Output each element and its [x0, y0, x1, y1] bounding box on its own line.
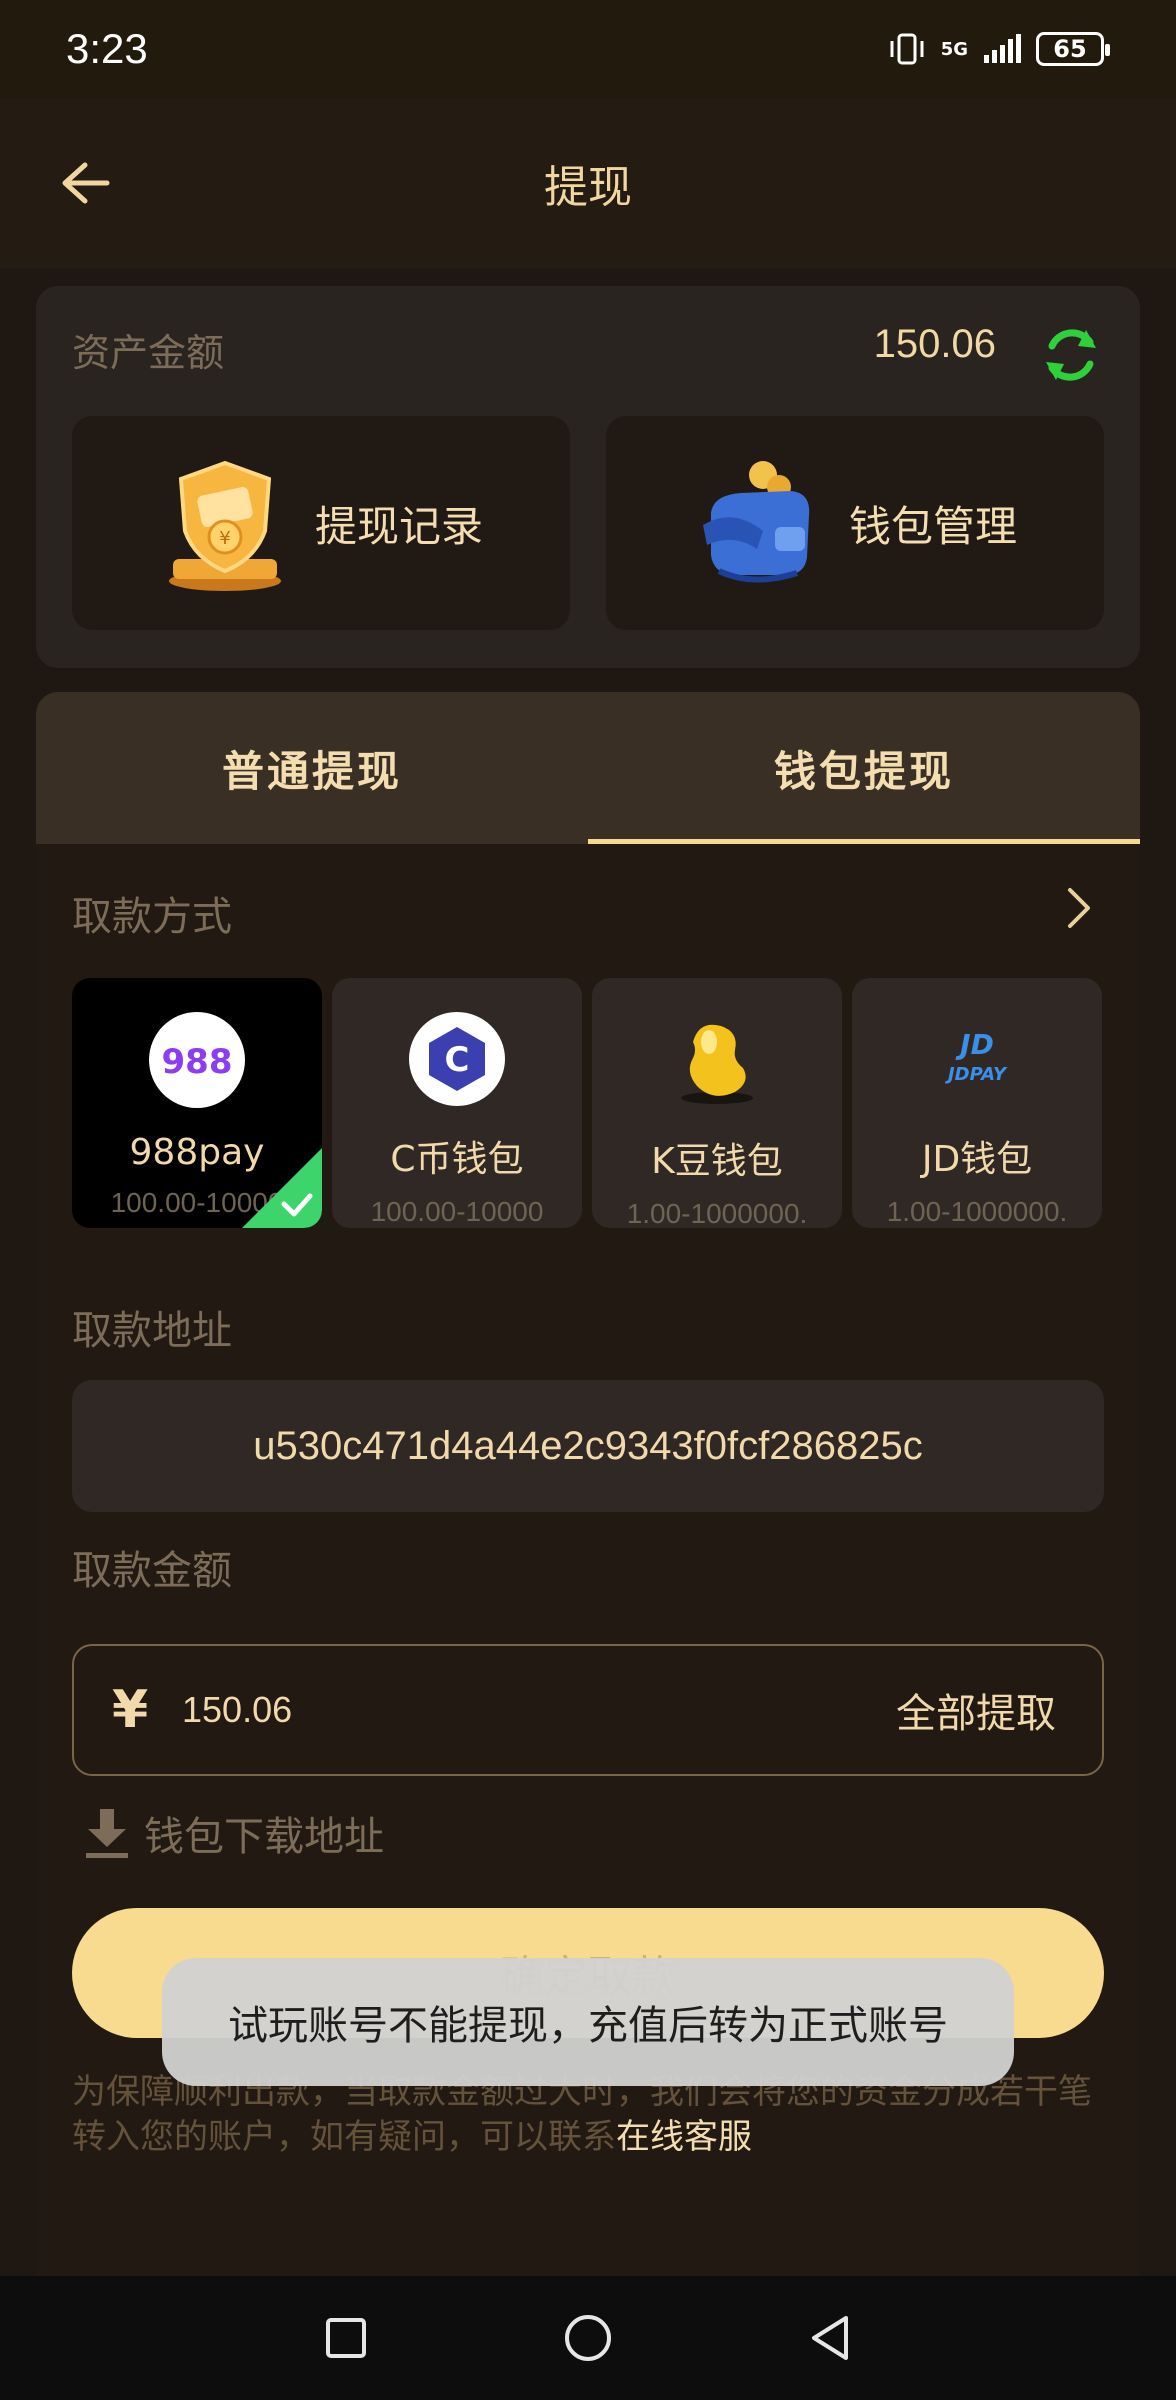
- battery-icon: 65: [1036, 32, 1110, 66]
- battery-level: 65: [1053, 35, 1087, 63]
- chevron-right-icon[interactable]: [1052, 882, 1104, 934]
- wallet-management-button[interactable]: 钱包管理: [606, 416, 1104, 630]
- wallet-management-label: 钱包管理: [848, 501, 1017, 551]
- square-icon: [326, 2318, 366, 2358]
- page-title: 提现: [544, 162, 632, 213]
- asset-card: 资产金额 150.06 ¥ 提现记录 钱包管理: [36, 286, 1140, 668]
- method-jd-wallet[interactable]: JD JDPAY JD钱包 1.00-1000000.: [852, 978, 1102, 1228]
- method-988pay[interactable]: 988 988pay 100.00-10000: [72, 978, 322, 1228]
- payment-method-label: 取款方式: [72, 894, 232, 940]
- header: 提现: [0, 98, 1176, 268]
- selected-check-icon: [242, 1148, 322, 1228]
- jdpay-logo-icon: JD JDPAY: [929, 1012, 1025, 1106]
- back-nav-button[interactable]: [804, 2312, 856, 2364]
- tab-wallet-withdraw[interactable]: 钱包提现: [588, 692, 1140, 844]
- wallet-download-link[interactable]: 钱包下载地址: [84, 1804, 384, 1862]
- method-k-bean-wallet[interactable]: K豆钱包 1.00-1000000.: [592, 978, 842, 1228]
- c-coin-logo-icon: C: [409, 1012, 505, 1106]
- amount-input[interactable]: 150.06: [182, 1689, 896, 1731]
- vibrate-icon: [890, 33, 924, 65]
- jdpay-logo-text: JDPAY: [945, 1064, 1008, 1085]
- withdraw-records-button[interactable]: ¥ 提现记录: [72, 416, 570, 630]
- online-support-link[interactable]: 在线客服: [616, 2117, 752, 2157]
- withdraw-all-button[interactable]: 全部提取: [896, 1681, 1056, 1739]
- status-bar: 3:23 5G 65: [0, 0, 1176, 98]
- arrow-left-icon: [62, 162, 110, 204]
- back-button[interactable]: [52, 151, 116, 215]
- withdraw-records-label: 提现记录: [314, 501, 483, 551]
- asset-amount: 150.06: [873, 322, 996, 366]
- tab-normal-withdraw[interactable]: 普通提现: [36, 692, 588, 844]
- method-name: C币钱包: [390, 1139, 524, 1180]
- signal-icon: [984, 34, 1021, 63]
- amount-label: 取款金额: [72, 1548, 232, 1594]
- status-icons: 5G 65: [887, 31, 1110, 67]
- withdraw-address-value: u530c471d4a44e2c9343f0fcf286825c: [253, 1423, 923, 1468]
- status-time: 3:23: [66, 25, 148, 72]
- method-range: 1.00-1000000.: [886, 1196, 1068, 1227]
- network-label: 5G: [940, 38, 968, 60]
- withdraw-address-field[interactable]: u530c471d4a44e2c9343f0fcf286825c: [72, 1380, 1104, 1512]
- svg-text:¥: ¥: [219, 528, 230, 549]
- method-range: 1.00-1000000.: [626, 1198, 808, 1228]
- method-c-coin-wallet[interactable]: C C币钱包 100.00-10000: [332, 978, 582, 1228]
- toast-message: 试玩账号不能提现，充值后转为正式账号: [162, 1958, 1014, 2086]
- shield-coin-icon: ¥: [168, 460, 281, 591]
- 988pay-logo-text: 988: [162, 1042, 233, 1082]
- withdraw-amount-field[interactable]: ¥ 150.06 全部提取: [72, 1644, 1104, 1776]
- wallet-icon: [702, 461, 810, 583]
- recent-apps-button[interactable]: [320, 2312, 372, 2364]
- c-coin-logo-text: C: [445, 1040, 470, 1080]
- address-label: 取款地址: [72, 1308, 232, 1354]
- wallet-download-label: 钱包下载地址: [144, 1814, 384, 1860]
- download-icon: [86, 1809, 128, 1858]
- method-range: 100.00-10000: [370, 1196, 544, 1227]
- k-bean-logo-icon: [669, 1012, 765, 1108]
- svg-text:JD: JD: [955, 1028, 994, 1061]
- triangle-back-icon: [812, 2316, 848, 2360]
- method-name: JD钱包: [921, 1139, 1033, 1180]
- currency-symbol: ¥: [112, 1680, 149, 1740]
- home-button[interactable]: [562, 2312, 614, 2364]
- system-nav-bar: [0, 2276, 1176, 2400]
- refresh-icon[interactable]: [1038, 322, 1104, 388]
- toast-text: 试玩账号不能提现，充值后转为正式账号: [228, 2003, 948, 2049]
- payment-methods: 988 988pay 100.00-10000 C C币钱包 100.00-10…: [72, 978, 1104, 1228]
- method-name: K豆钱包: [651, 1141, 783, 1182]
- withdraw-tabs: 普通提现 钱包提现: [36, 692, 1140, 844]
- 988pay-logo-icon: 988: [149, 1012, 245, 1108]
- asset-label: 资产金额: [72, 331, 225, 375]
- circle-icon: [565, 2315, 611, 2361]
